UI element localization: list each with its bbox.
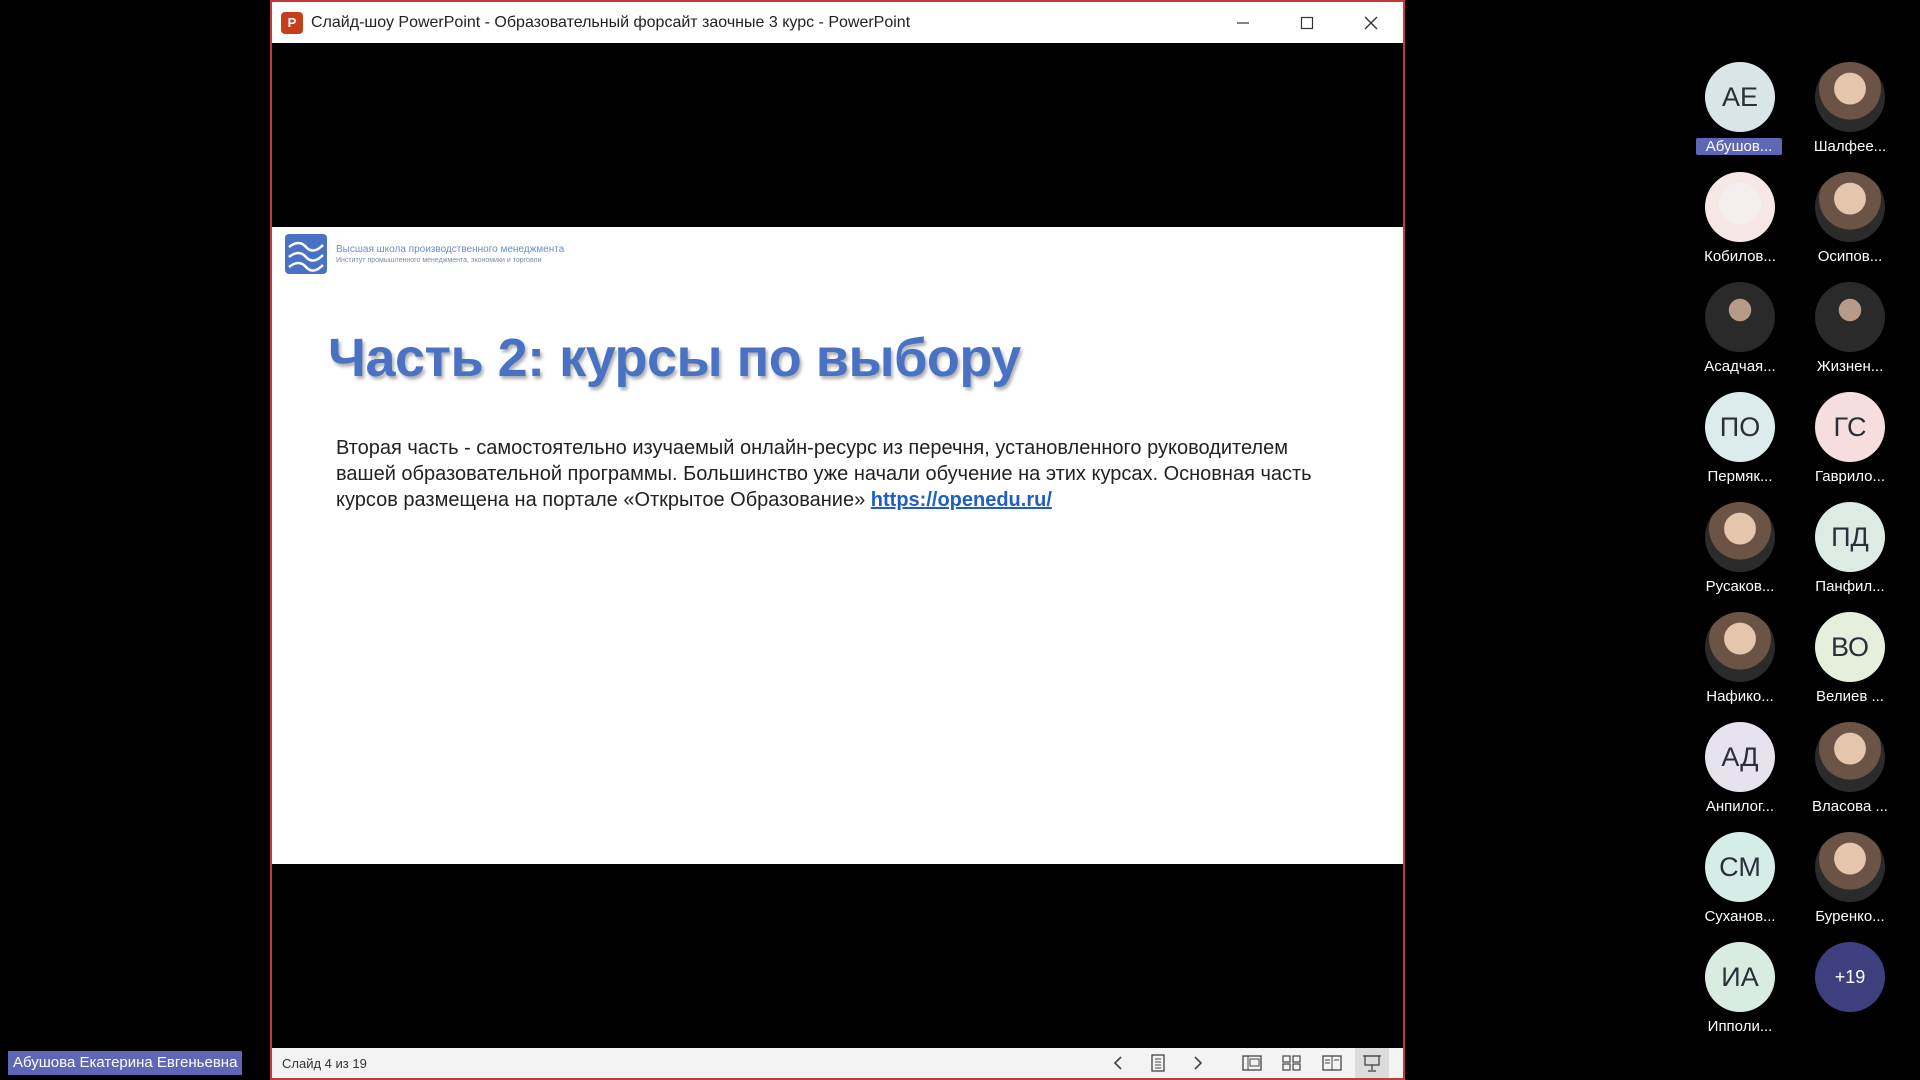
avatar: ГС <box>1815 392 1885 462</box>
book-icon <box>1322 1055 1342 1071</box>
avatar: ПО <box>1705 392 1775 462</box>
powerpoint-app-icon: P <box>281 11 303 34</box>
reading-view-button[interactable] <box>1315 1048 1349 1078</box>
participant-tile[interactable]: ИА Ипполи... <box>1690 942 1790 1042</box>
participant-tile[interactable]: Осипов... <box>1800 172 1900 272</box>
avatar: ИА <box>1705 942 1775 1012</box>
school-logo: Высшая школа производственного менеджмен… <box>284 233 564 275</box>
avatar: АД <box>1705 722 1775 792</box>
powerpoint-window: P Слайд-шоу PowerPoint - Образовательный… <box>270 0 1405 1080</box>
avatar <box>1815 282 1885 352</box>
avatar <box>1815 832 1885 902</box>
participant-tile[interactable]: Жизнен... <box>1800 282 1900 382</box>
avatar: ПД <box>1815 502 1885 572</box>
avatar <box>1815 722 1885 792</box>
participant-name: Суханов... <box>1704 908 1776 925</box>
more-participants-count: +19 <box>1815 942 1885 1012</box>
participant-tile[interactable]: Власова ... <box>1800 722 1900 822</box>
avatar: ВО <box>1815 612 1885 682</box>
participant-name: Осипов... <box>1817 248 1883 265</box>
minimize-icon <box>1237 21 1249 24</box>
participant-tile[interactable]: Кобилов... <box>1690 172 1790 272</box>
notes-page-icon <box>1151 1054 1165 1072</box>
participant-name: Русаков... <box>1705 578 1775 595</box>
slide-body: Вторая часть - самостоятельно изучаемый … <box>336 435 1346 513</box>
participant-name: Анпилог... <box>1705 798 1775 815</box>
participant-name: Абушов... <box>1696 138 1782 155</box>
participant-tile[interactable]: Буренко... <box>1800 832 1900 932</box>
grid-icon <box>1282 1055 1301 1071</box>
participant-name: Асадчая... <box>1704 358 1776 375</box>
title-bar: P Слайд-шоу PowerPoint - Образовательный… <box>272 2 1403 43</box>
logo-title: Высшая школа производственного менеджмен… <box>336 244 565 255</box>
participant-tile[interactable]: ПО Пермяк... <box>1690 392 1790 492</box>
maximize-button[interactable] <box>1275 2 1339 43</box>
window-controls <box>1211 2 1403 43</box>
screen: { "window": { "title": "Слайд-шоу PowerP… <box>0 0 1920 1080</box>
window-title: Слайд-шоу PowerPoint - Образовательный ф… <box>311 13 911 31</box>
participant-name: Ипполи... <box>1707 1018 1773 1035</box>
slideshow-status-bar: Слайд 4 из 19 <box>272 1048 1403 1078</box>
participant-name: Жизнен... <box>1816 358 1884 375</box>
chevron-left-icon <box>1113 1056 1122 1070</box>
school-logo-icon <box>285 234 327 274</box>
previous-slide-button[interactable] <box>1101 1048 1135 1078</box>
participant-tile[interactable]: АД Анпилог... <box>1690 722 1790 822</box>
participant-name: Пермяк... <box>1707 468 1773 485</box>
normal-view-icon <box>1242 1055 1262 1071</box>
slideshow-view-button[interactable] <box>1355 1048 1389 1078</box>
minimize-button[interactable] <box>1211 2 1275 43</box>
participant-name: Кобилов... <box>1704 248 1776 265</box>
participant-tile[interactable]: Нафико... <box>1690 612 1790 712</box>
openedu-link[interactable]: https://openedu.ru/ <box>871 489 1052 511</box>
close-button[interactable] <box>1339 2 1403 43</box>
slide-menu-button[interactable] <box>1141 1048 1175 1078</box>
avatar <box>1705 502 1775 572</box>
participant-tile[interactable]: ГС Гаврило... <box>1800 392 1900 492</box>
avatar: АЕ <box>1705 62 1775 132</box>
participant-tile[interactable]: Шалфее... <box>1800 62 1900 162</box>
participant-tile[interactable]: АЕ Абушов... <box>1690 62 1790 162</box>
avatar <box>1705 282 1775 352</box>
slide-sorter-button[interactable] <box>1275 1048 1309 1078</box>
next-slide-button[interactable] <box>1181 1048 1215 1078</box>
avatar <box>1705 612 1775 682</box>
participant-tile[interactable]: ВО Велиев ... <box>1800 612 1900 712</box>
participant-name: Гаврило... <box>1814 468 1886 485</box>
participant-name: Буренко... <box>1815 908 1885 925</box>
avatar <box>1705 172 1775 242</box>
participant-name: Шалфее... <box>1813 138 1887 155</box>
presenter-name-label: Абушова Екатерина Евгеньевна <box>8 1051 243 1075</box>
participant-tile[interactable]: Асадчая... <box>1690 282 1790 382</box>
participant-name: Нафико... <box>1706 688 1774 705</box>
avatar: СМ <box>1705 832 1775 902</box>
participant-name: Панфил... <box>1815 578 1885 595</box>
slide-title: Часть 2: курсы по выбору <box>328 328 1021 388</box>
slide-counter: Слайд 4 из 19 <box>282 1055 367 1071</box>
chevron-right-icon <box>1194 1056 1203 1070</box>
maximize-icon <box>1300 16 1314 29</box>
more-participants-tile[interactable]: +19 <box>1800 942 1900 1042</box>
slide-body-text: Вторая часть - самостоятельно изучаемый … <box>336 437 1312 511</box>
presentation-icon <box>1363 1055 1381 1072</box>
normal-view-button[interactable] <box>1235 1048 1269 1078</box>
avatar <box>1815 172 1885 242</box>
participant-tile[interactable]: СМ Суханов... <box>1690 832 1790 932</box>
avatar <box>1815 62 1885 132</box>
close-icon <box>1364 16 1378 29</box>
participant-name: Власова ... <box>1812 798 1888 815</box>
slide-canvas: Высшая школа производственного менеджмен… <box>272 227 1403 864</box>
participant-tile[interactable]: Русаков... <box>1690 502 1790 602</box>
participant-name: Велиев ... <box>1816 688 1884 705</box>
logo-subtitle: Институт промышленного менеджмента, экон… <box>336 257 542 264</box>
participant-tile[interactable]: ПД Панфил... <box>1800 502 1900 602</box>
